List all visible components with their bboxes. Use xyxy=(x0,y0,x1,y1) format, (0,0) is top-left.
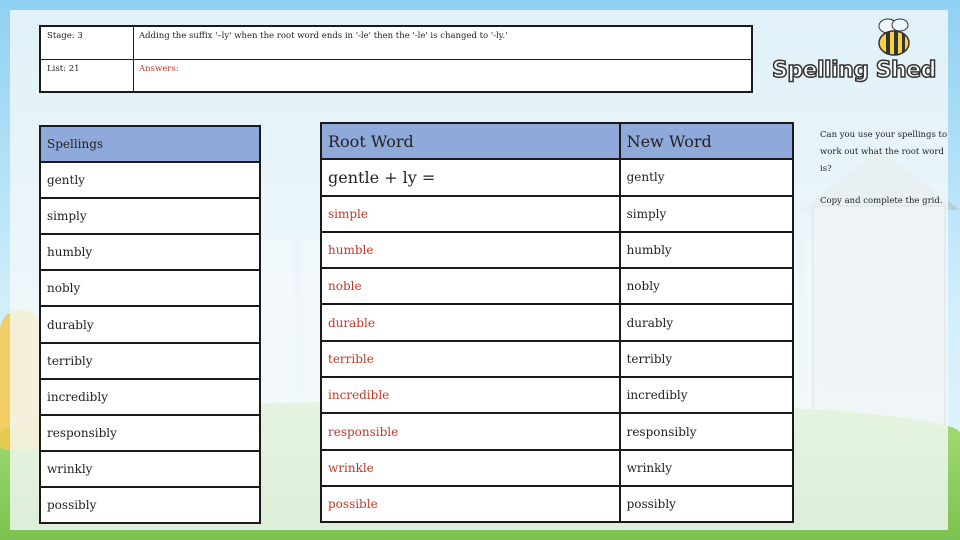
new-word-cell: nobly xyxy=(618,267,795,306)
new-word-cell: simply xyxy=(618,194,795,233)
new-word-cell: gently xyxy=(618,158,795,197)
spelling-cell: simply xyxy=(39,197,261,236)
spelling-cell: incredibly xyxy=(39,377,261,416)
new-word-cell: responsibly xyxy=(618,412,795,451)
list-label: List: 21 xyxy=(47,64,80,74)
root-word-header: Root Word xyxy=(320,121,621,161)
root-word-grid: Root Word New Word gentle + ly = gently … xyxy=(320,121,795,524)
spelling-cell: possibly xyxy=(39,485,261,525)
instruction-note: Can you use your spellings to work out w… xyxy=(820,130,948,174)
spelling-cell: durably xyxy=(39,305,261,344)
spelling-cell: humbly xyxy=(39,233,261,272)
stage-label: Stage: 3 xyxy=(47,31,83,41)
new-word-cell: durably xyxy=(618,303,795,342)
new-word-cell: wrinkly xyxy=(618,448,795,487)
new-word-header: New Word xyxy=(618,121,795,161)
spellings-table: Spellings gently simply humbly nobly dur… xyxy=(39,124,261,525)
answers-label: Answers: xyxy=(139,64,179,74)
rule-text: Adding the suffix '–ly' when the root wo… xyxy=(139,31,508,41)
root-word-cell: durable xyxy=(320,303,621,342)
spelling-cell: nobly xyxy=(39,269,261,308)
root-word-cell: humble xyxy=(320,230,621,270)
root-word-cell: responsible xyxy=(320,412,621,451)
new-word-cell: incredibly xyxy=(618,376,795,415)
new-word-cell: terribly xyxy=(618,339,795,379)
copy-grid-note: Copy and complete the grid. xyxy=(820,196,943,206)
spellings-header: Spellings xyxy=(39,124,261,164)
spelling-cell: wrinkly xyxy=(39,449,261,488)
root-word-cell: terrible xyxy=(320,339,621,379)
spelling-cell: terribly xyxy=(39,341,261,380)
new-word-cell: possibly xyxy=(618,484,795,524)
spelling-shed-logo: Spelling Shed xyxy=(771,57,937,84)
root-word-cell: wrinkle xyxy=(320,448,621,487)
root-word-cell: simple xyxy=(320,194,621,233)
spelling-cell: gently xyxy=(39,161,261,200)
new-word-cell: humbly xyxy=(618,230,795,270)
bee-icon xyxy=(878,18,910,56)
root-word-cell: gentle + ly = xyxy=(320,158,621,197)
root-word-cell: noble xyxy=(320,267,621,306)
root-word-cell: possible xyxy=(320,484,621,524)
root-word-cell: incredible xyxy=(320,376,621,415)
spelling-cell: responsibly xyxy=(39,413,261,452)
header-divider-horizontal xyxy=(41,59,751,60)
